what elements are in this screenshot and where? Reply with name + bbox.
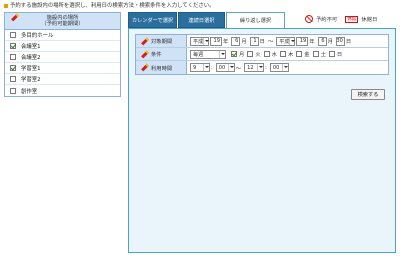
- search-form: 対象期間 平成 19 年 6月 1日 ～ 平成 19 年 6月 30 日 条件 毎週: [135, 34, 389, 75]
- checkbox[interactable]: [296, 51, 303, 57]
- day-checkbox-wed[interactable]: 水: [263, 50, 277, 58]
- checkbox[interactable]: [231, 51, 237, 57]
- to-minute-select[interactable]: 00: [269, 63, 289, 72]
- instruction-text: 予約する施設内の場所を選択し、利用日の検索方法・検索条件を入力してください。: [4, 1, 215, 9]
- pencil-icon: [141, 37, 149, 45]
- facility-item-study-room-1[interactable]: 学習室1: [5, 63, 120, 74]
- checkbox[interactable]: [247, 51, 254, 57]
- facility-item-craft-room[interactable]: 創作室: [5, 85, 120, 96]
- repeat-search-panel: 対象期間 平成 19 年 6月 1日 ～ 平成 19 年 6月 30 日 条件 毎週: [128, 28, 396, 253]
- checkbox[interactable]: [312, 51, 319, 57]
- bullet-icon: [4, 3, 8, 8]
- to-month-input[interactable]: 6: [317, 36, 327, 46]
- to-year-input[interactable]: 19: [296, 36, 309, 46]
- from-era-select[interactable]: 平成: [190, 36, 209, 46]
- closed-icon: 休館: [345, 15, 359, 23]
- facility-item-hall[interactable]: 多目的ホール: [5, 30, 120, 41]
- pencil-icon: [11, 13, 19, 22]
- facility-checkbox[interactable]: [10, 43, 16, 49]
- chevron-down-icon: [281, 64, 288, 71]
- facility-item-study-room-2[interactable]: 学習室2: [5, 74, 120, 85]
- facility-checkbox[interactable]: [10, 76, 16, 82]
- day-checkbox-tue[interactable]: 火: [247, 50, 261, 58]
- time-row: 利用時間 9 : 00 ～ 12 : 00: [136, 61, 388, 74]
- from-day-input[interactable]: 1: [249, 36, 259, 46]
- tab-calendar-select[interactable]: カレンダーで選択: [128, 12, 177, 28]
- chevron-down-icon: [219, 50, 225, 58]
- tab-consecutive-days[interactable]: 連続日選択: [178, 12, 225, 28]
- repeat-select[interactable]: 毎週: [190, 49, 226, 59]
- day-checkbox-mon[interactable]: 月: [231, 50, 244, 58]
- facility-list-header: 施設内の場所 （予約可能期間）: [5, 13, 120, 30]
- from-minute-select[interactable]: 00: [215, 63, 235, 72]
- day-checkbox-sun[interactable]: 日: [328, 50, 342, 58]
- tab-repeat-select[interactable]: 繰り返し選択: [226, 12, 285, 28]
- pencil-icon: [141, 50, 149, 58]
- day-checkbox-sat[interactable]: 土: [312, 50, 326, 58]
- chevron-down-icon: [203, 37, 209, 45]
- legend: 予約不可 休館 休館日: [305, 12, 377, 26]
- facility-checkbox[interactable]: [10, 54, 16, 60]
- facility-list: 施設内の場所 （予約可能期間） 多目的ホール 会議室1 会議室2 学習室1 学習…: [4, 12, 121, 97]
- search-button[interactable]: 検索する: [351, 89, 385, 100]
- unavailable-icon: [305, 15, 313, 23]
- chevron-down-icon: [227, 64, 234, 71]
- period-row: 対象期間 平成 19 年 6月 1日 ～ 平成 19 年 6月 30 日: [136, 35, 388, 48]
- time-label: 利用時間: [151, 65, 173, 72]
- facility-checkbox[interactable]: [10, 32, 16, 38]
- facility-checkbox[interactable]: [10, 87, 16, 94]
- chevron-down-icon: [257, 64, 264, 71]
- chevron-down-icon: [203, 64, 209, 71]
- pencil-icon: [141, 63, 149, 72]
- facility-item-meeting-room-2[interactable]: 会議室2: [5, 52, 120, 63]
- from-hour-select[interactable]: 9: [190, 63, 210, 72]
- checkbox[interactable]: [263, 51, 270, 57]
- condition-label: 条件: [151, 52, 162, 58]
- facility-item-meeting-room-1[interactable]: 会議室1: [5, 41, 120, 52]
- to-hour-select[interactable]: 12: [244, 63, 265, 72]
- day-checkbox-fri[interactable]: 金: [296, 50, 310, 58]
- checkbox[interactable]: [279, 51, 286, 57]
- to-era-select[interactable]: 平成: [276, 36, 296, 46]
- from-year-input[interactable]: 19: [210, 36, 222, 46]
- checkbox[interactable]: [328, 51, 335, 57]
- facility-checkbox[interactable]: [10, 65, 16, 71]
- from-month-input[interactable]: 6: [231, 36, 241, 46]
- chevron-down-icon: [289, 37, 296, 45]
- to-day-input[interactable]: 30: [335, 36, 345, 46]
- period-label: 対象期間: [151, 39, 173, 45]
- condition-row: 条件 毎週 月 火 水 木 金 土 日: [136, 48, 388, 61]
- day-checkbox-thu[interactable]: 木: [279, 50, 293, 58]
